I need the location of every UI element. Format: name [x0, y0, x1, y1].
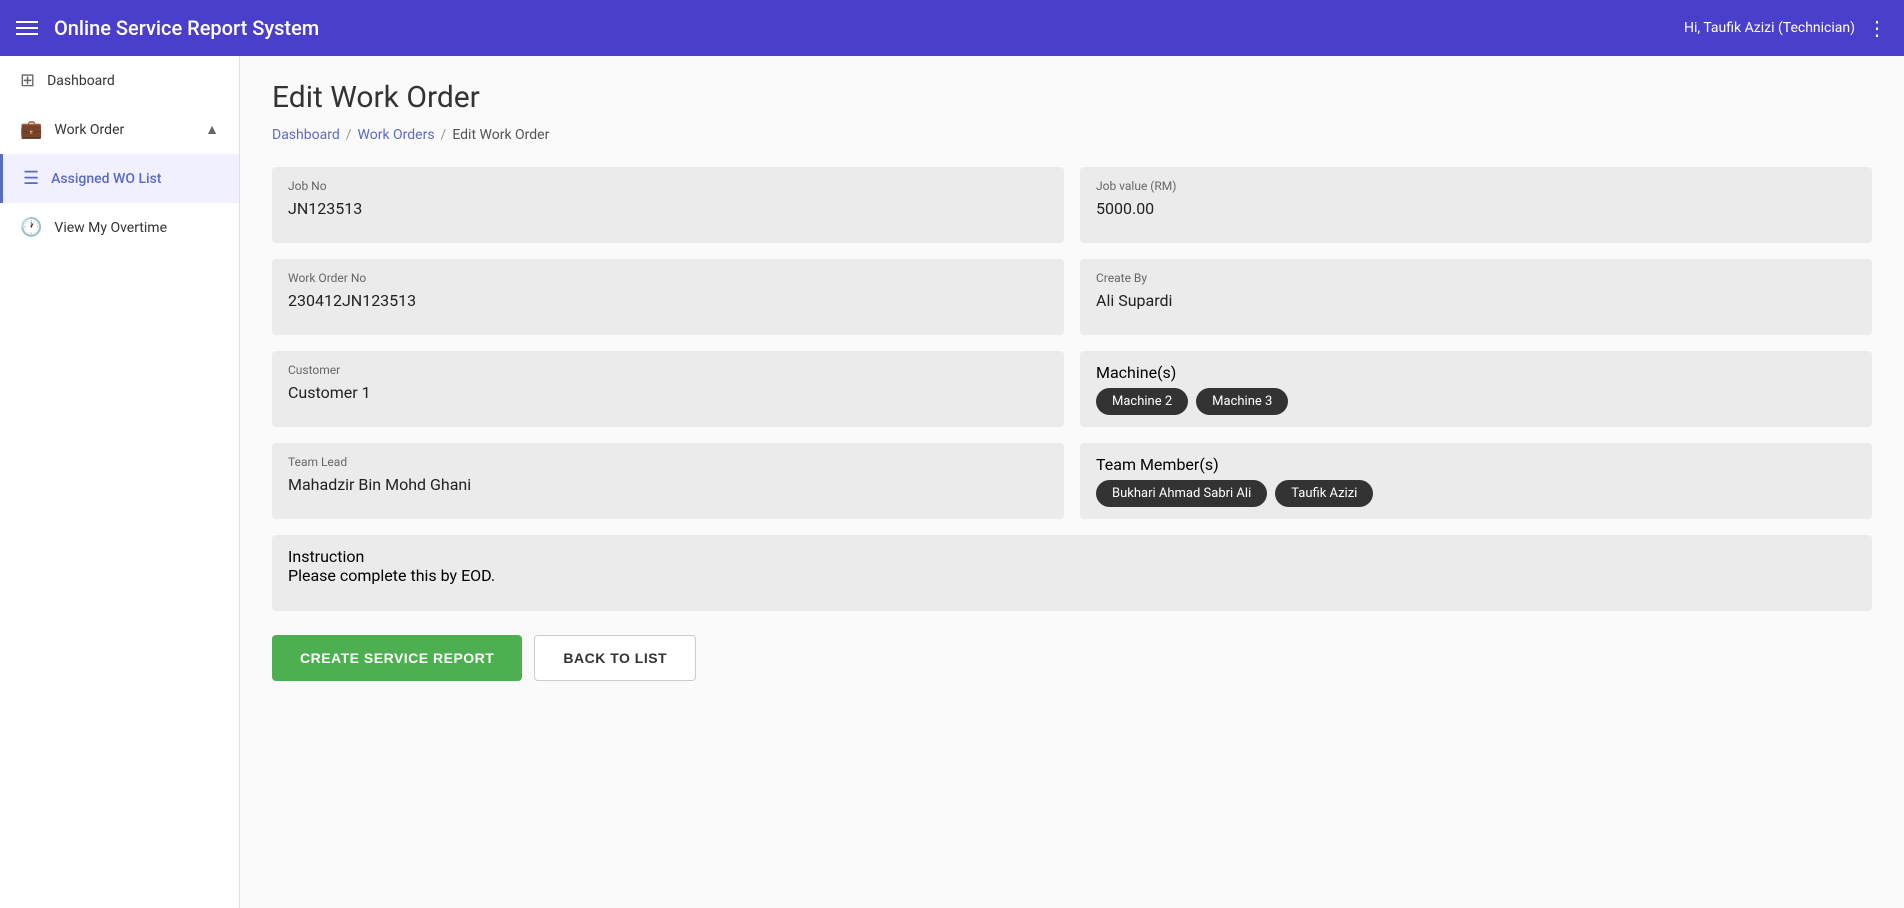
instruction-value: Please complete this by EOD.: [288, 566, 1856, 585]
team-members-label: Team Member(s): [1096, 455, 1856, 474]
breadcrumb: Dashboard / Work Orders / Edit Work Orde…: [272, 127, 1872, 143]
team-members-chips: Bukhari Ahmad Sabri Ali Taufik Azizi: [1096, 480, 1856, 507]
field-job-no: Job No JN123513: [272, 167, 1064, 243]
team-lead-value: Mahadzir Bin Mohd Ghani: [288, 475, 1048, 494]
field-work-order-no: Work Order No 230412JN123513: [272, 259, 1064, 335]
more-options-icon[interactable]: ⋮: [1867, 16, 1888, 40]
page-title: Edit Work Order: [272, 80, 1872, 115]
row-wo: Work Order No 230412JN123513 Create By A…: [272, 259, 1872, 335]
job-no-label: Job No: [288, 179, 1048, 193]
work-order-no-label: Work Order No: [288, 271, 1048, 285]
back-to-list-button[interactable]: BACK TO LIST: [534, 635, 696, 681]
field-instruction: Instruction Please complete this by EOD.: [272, 535, 1872, 611]
work-order-icon: 💼: [20, 119, 42, 140]
job-value-value: 5000.00: [1096, 199, 1856, 218]
job-no-value: JN123513: [288, 199, 1048, 218]
machines-label: Machine(s): [1096, 363, 1856, 382]
customer-label: Customer: [288, 363, 1048, 377]
row-customer: Customer Customer 1 Machine(s) Machine 2…: [272, 351, 1872, 427]
user-greeting: Hi, Taufik Azizi (Technician): [1684, 20, 1855, 36]
machine-chip-1: Machine 2: [1096, 388, 1188, 415]
button-row: CREATE SERVICE REPORT BACK TO LIST: [272, 635, 1872, 681]
machines-chips: Machine 2 Machine 3: [1096, 388, 1856, 415]
topbar-left: Online Service Report System: [16, 16, 319, 40]
chevron-up-icon: ▲: [205, 121, 219, 138]
breadcrumb-work-orders[interactable]: Work Orders: [358, 127, 435, 143]
work-order-no-value: 230412JN123513: [288, 291, 1048, 310]
field-job-value: Job value (RM) 5000.00: [1080, 167, 1872, 243]
row-job: Job No JN123513 Job value (RM) 5000.00: [272, 167, 1872, 243]
sidebar-item-view-overtime[interactable]: 🕐 View My Overtime: [0, 203, 239, 252]
clock-icon: 🕐: [20, 217, 42, 238]
team-member-chip-2: Taufik Azizi: [1275, 480, 1373, 507]
create-by-value: Ali Supardi: [1096, 291, 1856, 310]
breadcrumb-current: Edit Work Order: [452, 127, 549, 143]
breadcrumb-dashboard[interactable]: Dashboard: [272, 127, 340, 143]
field-machines: Machine(s) Machine 2 Machine 3: [1080, 351, 1872, 427]
customer-value: Customer 1: [288, 383, 1048, 402]
sidebar: ⊞ Dashboard 💼 Work Order ▲ ☰ Assigned WO…: [0, 56, 240, 908]
sidebar-item-work-order[interactable]: 💼 Work Order ▲: [0, 105, 239, 154]
row-team: Team Lead Mahadzir Bin Mohd Ghani Team M…: [272, 443, 1872, 519]
sidebar-sub-menu: ☰ Assigned WO List: [0, 154, 239, 203]
machine-chip-2: Machine 3: [1196, 388, 1288, 415]
field-create-by: Create By Ali Supardi: [1080, 259, 1872, 335]
topbar: Online Service Report System Hi, Taufik …: [0, 0, 1904, 56]
breadcrumb-sep-1: /: [346, 127, 352, 143]
instruction-label: Instruction: [288, 547, 1856, 566]
sidebar-work-order-label: Work Order: [54, 122, 124, 138]
sidebar-item-assigned-wo[interactable]: ☰ Assigned WO List: [0, 154, 239, 203]
dashboard-icon: ⊞: [20, 70, 35, 91]
field-team-members: Team Member(s) Bukhari Ahmad Sabri Ali T…: [1080, 443, 1872, 519]
list-icon: ☰: [23, 168, 39, 189]
sidebar-assigned-wo-label: Assigned WO List: [51, 171, 161, 187]
sidebar-item-dashboard[interactable]: ⊞ Dashboard: [0, 56, 239, 105]
team-member-chip-1: Bukhari Ahmad Sabri Ali: [1096, 480, 1267, 507]
field-team-lead: Team Lead Mahadzir Bin Mohd Ghani: [272, 443, 1064, 519]
hamburger-icon[interactable]: [16, 21, 38, 35]
create-by-label: Create By: [1096, 271, 1856, 285]
main-content: Edit Work Order Dashboard / Work Orders …: [240, 56, 1904, 908]
layout: ⊞ Dashboard 💼 Work Order ▲ ☰ Assigned WO…: [0, 56, 1904, 908]
job-value-label: Job value (RM): [1096, 179, 1856, 193]
breadcrumb-sep-2: /: [441, 127, 447, 143]
field-customer: Customer Customer 1: [272, 351, 1064, 427]
create-service-report-button[interactable]: CREATE SERVICE REPORT: [272, 635, 522, 681]
topbar-right: Hi, Taufik Azizi (Technician) ⋮: [1684, 16, 1888, 40]
sidebar-overtime-label: View My Overtime: [54, 220, 167, 236]
sidebar-dashboard-label: Dashboard: [47, 73, 115, 89]
app-title: Online Service Report System: [54, 16, 319, 40]
team-lead-label: Team Lead: [288, 455, 1048, 469]
